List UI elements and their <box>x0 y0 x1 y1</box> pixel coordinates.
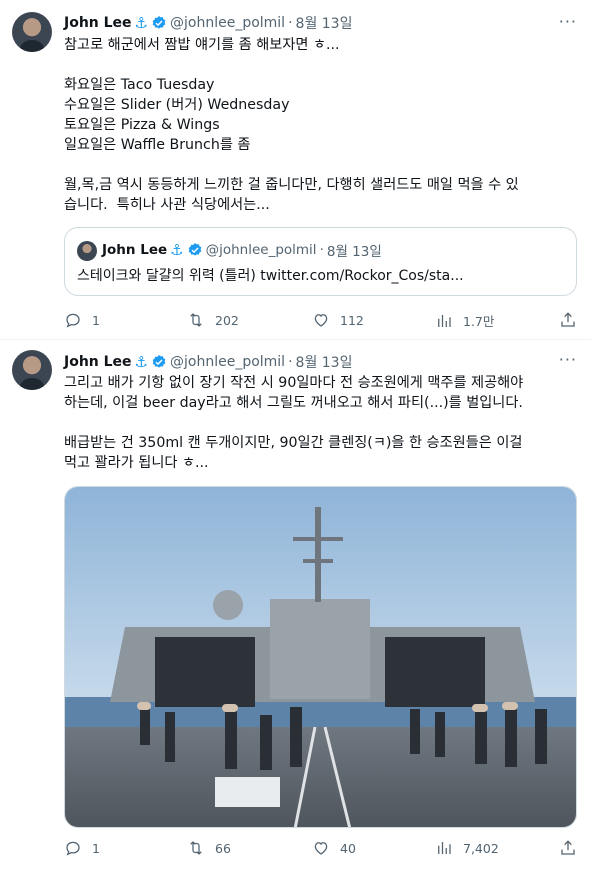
author-name[interactable]: John Lee <box>64 15 132 31</box>
retweet-button[interactable]: 66 <box>187 839 231 857</box>
author-name[interactable]: John Lee <box>64 354 132 370</box>
like-button[interactable]: 40 <box>312 839 356 857</box>
like-count: 40 <box>340 840 356 856</box>
retweet-icon <box>190 313 202 327</box>
reply-button[interactable]: 1 <box>64 839 100 857</box>
retweet-count: 202 <box>215 312 239 328</box>
author-handle[interactable]: @johnlee_polmil <box>170 354 285 370</box>
quoted-tweet[interactable]: John Lee ⚓ @johnlee_polmil · 8월 13일 스테이크… <box>64 227 577 296</box>
analytics-icon <box>438 842 451 854</box>
quote-header: John Lee ⚓ @johnlee_polmil · 8월 13일 <box>102 240 382 260</box>
share-button[interactable] <box>559 311 577 329</box>
separator-dot: · <box>288 15 293 31</box>
retweet-count: 66 <box>215 840 231 856</box>
anchor-emoji: ⚓ <box>170 241 184 259</box>
like-count: 112 <box>340 312 364 328</box>
separator-dot: · <box>319 242 324 258</box>
tweet-text: 참고로 해군에서 짬밥 얘기를 좀 해보자면 ㅎ... 화요일은 Taco Tu… <box>64 37 519 213</box>
heart-icon <box>314 314 328 327</box>
separator-dot: · <box>288 354 293 370</box>
tweet-header: John Lee ⚓ @johnlee_polmil · 8월 13일 <box>64 352 352 372</box>
anchor-emoji: ⚓ <box>134 353 148 371</box>
ship-deck-photo <box>65 487 576 827</box>
share-button[interactable] <box>559 839 577 857</box>
anchor-emoji: ⚓ <box>134 14 148 32</box>
tweet-date[interactable]: 8월 13일 <box>296 352 353 372</box>
quote-author-handle: @johnlee_polmil <box>205 242 317 258</box>
reply-count: 1 <box>92 312 100 328</box>
views-button[interactable]: 7,402 <box>435 839 499 857</box>
quote-text: 스테이크와 달걀의 위력 (틀러) twitter.com/Rockor_Cos… <box>77 268 464 284</box>
reply-icon <box>66 313 80 328</box>
view-count: 1.7만 <box>463 314 495 329</box>
more-options-icon[interactable]: ··· <box>559 350 577 369</box>
more-options-icon[interactable]: ··· <box>559 12 577 31</box>
tweet-2[interactable]: John Lee ⚓ @johnlee_polmil · 8월 13일 ··· … <box>0 340 591 869</box>
action-bar: 1 66 40 7,402 <box>64 839 577 859</box>
verified-badge-icon <box>151 15 167 31</box>
verified-badge-icon <box>151 354 167 370</box>
tweet-date[interactable]: 8월 13일 <box>296 13 353 33</box>
verified-badge-icon <box>187 242 203 258</box>
avatar[interactable] <box>12 350 52 390</box>
tweet-1[interactable]: John Lee ⚓ @johnlee_polmil · 8월 13일 ··· … <box>0 0 591 340</box>
action-bar: 1 202 112 1.7만 <box>64 311 577 331</box>
views-button[interactable]: 1.7만 <box>435 311 494 330</box>
retweet-button[interactable]: 202 <box>187 311 239 329</box>
avatar[interactable] <box>12 12 52 52</box>
author-handle[interactable]: @johnlee_polmil <box>170 15 285 31</box>
reply-count: 1 <box>92 840 100 856</box>
tweet-photo[interactable] <box>64 486 577 828</box>
analytics-icon <box>438 314 451 327</box>
retweet-icon <box>190 841 202 855</box>
quote-author-name: John Lee <box>102 242 168 258</box>
tweet-text: 그리고 배가 기항 없이 장기 작전 시 90일마다 전 승조원에게 맥주를 제… <box>64 375 524 471</box>
like-button[interactable]: 112 <box>312 311 364 329</box>
view-count: 7,402 <box>463 840 499 856</box>
reply-icon <box>66 841 80 856</box>
quote-date: 8월 13일 <box>326 244 382 260</box>
share-icon <box>561 840 575 855</box>
share-icon <box>561 312 575 327</box>
quote-avatar <box>77 241 97 261</box>
heart-icon <box>314 842 328 855</box>
reply-button[interactable]: 1 <box>64 311 100 329</box>
tweet-header: John Lee ⚓ @johnlee_polmil · 8월 13일 <box>64 13 352 33</box>
